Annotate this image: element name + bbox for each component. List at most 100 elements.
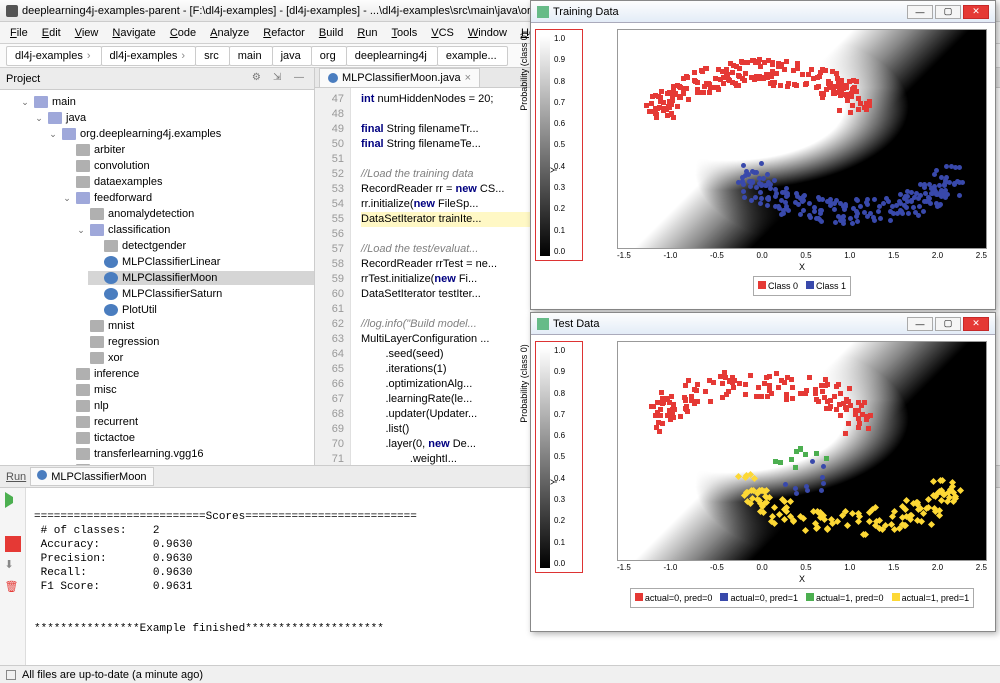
chart-window-training[interactable]: Training Data — ▢ ✕ 1.00.90.80.70.60.50.…	[530, 0, 996, 310]
project-hide-icon[interactable]: —	[294, 72, 308, 86]
maximize-button[interactable]: ▢	[935, 317, 961, 331]
maximize-button[interactable]: ▢	[935, 5, 961, 19]
class-icon	[104, 304, 118, 316]
menu-file[interactable]: File	[4, 25, 34, 41]
tree-node-arbiter[interactable]: arbiter	[60, 143, 314, 157]
tree-node-mlpclassifiersaturn[interactable]: MLPClassifierSaturn	[88, 287, 314, 301]
data-point	[742, 195, 747, 200]
status-indicator-icon[interactable]	[6, 670, 16, 680]
run-config-tab[interactable]: MLPClassifierMoon	[30, 467, 153, 486]
tree-node-convolution[interactable]: convolution	[60, 159, 314, 173]
tree-node-java[interactable]: ⌄java	[32, 111, 314, 125]
menu-vcs[interactable]: VCS	[425, 25, 460, 41]
tree-node-detectgender[interactable]: detectgender	[88, 239, 314, 253]
menu-run[interactable]: Run	[351, 25, 383, 41]
data-point	[774, 371, 779, 376]
menu-edit[interactable]: Edit	[36, 25, 67, 41]
tree-node-dataexamples[interactable]: dataexamples	[60, 175, 314, 189]
run-label[interactable]: Run	[6, 471, 26, 483]
tree-node-feedforward[interactable]: ⌄feedforward	[60, 191, 314, 205]
tree-root[interactable]: ⌄main	[18, 95, 314, 109]
data-point	[836, 382, 841, 387]
x-axis-label: X	[617, 574, 987, 584]
menu-build[interactable]: Build	[313, 25, 349, 41]
menu-navigate[interactable]: Navigate	[106, 25, 161, 41]
stop-icon[interactable]	[5, 536, 21, 552]
data-point	[807, 201, 812, 206]
data-point	[695, 90, 700, 95]
tree-node-tictactoe[interactable]: tictactoe	[60, 431, 314, 445]
data-point	[845, 98, 850, 103]
data-point	[771, 504, 778, 511]
data-point	[800, 515, 807, 522]
tree-node-org-deeplearning4j-examples[interactable]: ⌄org.deeplearning4j.examples	[46, 127, 314, 141]
tree-node-unsupervised[interactable]: unsupervised	[60, 463, 314, 465]
rerun-icon[interactable]	[5, 492, 21, 508]
menu-refactor[interactable]: Refactor	[257, 25, 311, 41]
minimize-button[interactable]: —	[907, 5, 933, 19]
data-point	[778, 460, 783, 465]
chart-title-bar[interactable]: Test Data — ▢ ✕	[531, 313, 995, 335]
minimize-button[interactable]: —	[907, 317, 933, 331]
tree-node-transferlearning-vgg16[interactable]: transferlearning.vgg16	[60, 447, 314, 461]
data-point	[661, 100, 666, 105]
trash-icon[interactable]: 🗑	[5, 580, 21, 596]
tree-node-mlpclassifierlinear[interactable]: MLPClassifierLinear	[88, 255, 314, 269]
data-point	[794, 491, 799, 496]
data-point	[694, 388, 699, 393]
data-point	[865, 202, 870, 207]
breadcrumb-item[interactable]: deeplearning4j	[346, 46, 438, 66]
data-point	[838, 93, 843, 98]
tree-node-anomalydetection[interactable]: anomalydetection	[74, 207, 314, 221]
tree-node-misc[interactable]: misc	[60, 383, 314, 397]
data-point	[783, 200, 788, 205]
close-button[interactable]: ✕	[963, 5, 989, 19]
breadcrumb-item[interactable]: src	[195, 46, 230, 66]
data-point	[748, 179, 753, 184]
tree-node-xor[interactable]: xor	[74, 351, 314, 365]
data-point	[766, 195, 771, 200]
menu-analyze[interactable]: Analyze	[204, 25, 255, 41]
menu-tools[interactable]: Tools	[386, 25, 424, 41]
project-collapse-icon[interactable]: ⇲	[273, 72, 287, 86]
tree-node-inference[interactable]: inference	[60, 367, 314, 381]
tree-node-mnist[interactable]: mnist	[74, 319, 314, 333]
tree-node-regression[interactable]: regression	[74, 335, 314, 349]
chart-title-bar[interactable]: Training Data — ▢ ✕	[531, 1, 995, 23]
breadcrumb-item[interactable]: org	[311, 46, 347, 66]
breadcrumb-item[interactable]: main	[229, 46, 273, 66]
menu-window[interactable]: Window	[462, 25, 513, 41]
chart-window-test[interactable]: Test Data — ▢ ✕ 1.00.90.80.70.60.50.40.3…	[530, 312, 996, 632]
data-point	[657, 105, 662, 110]
menu-code[interactable]: Code	[164, 25, 202, 41]
data-point	[913, 210, 918, 215]
menu-view[interactable]: View	[69, 25, 105, 41]
data-point	[843, 405, 848, 410]
breadcrumb-item[interactable]: dl4j-examples	[6, 46, 102, 66]
project-tree[interactable]: ⌄main ⌄java ⌄org.deeplearning4j.examples ar…	[0, 90, 314, 465]
data-point	[815, 75, 820, 80]
data-point	[653, 413, 658, 418]
pause-icon[interactable]	[5, 514, 21, 530]
tree-node-recurrent[interactable]: recurrent	[60, 415, 314, 429]
breadcrumb-item[interactable]: example...	[437, 46, 508, 66]
tree-node-plotutil[interactable]: PlotUtil	[88, 303, 314, 317]
data-point	[818, 211, 823, 216]
data-point	[769, 74, 774, 79]
data-point	[834, 407, 839, 412]
data-point	[846, 399, 851, 404]
close-button[interactable]: ✕	[963, 317, 989, 331]
data-point	[675, 104, 680, 109]
dump-icon[interactable]: ⬇	[5, 558, 21, 574]
x-ticks: -1.5-1.0-0.50.00.51.01.52.02.5	[617, 561, 987, 574]
tree-node-nlp[interactable]: nlp	[60, 399, 314, 413]
tree-node-mlpclassifiermoon[interactable]: MLPClassifierMoon	[88, 271, 314, 285]
editor-tab-active[interactable]: MLPClassifierMoon.java ×	[319, 68, 480, 87]
breadcrumb-item[interactable]: java	[272, 46, 312, 66]
project-settings-icon[interactable]: ⚙	[252, 72, 266, 86]
data-point	[731, 385, 736, 390]
breadcrumb-item[interactable]: dl4j-examples	[101, 46, 197, 66]
data-point	[820, 475, 825, 480]
close-tab-icon[interactable]: ×	[465, 72, 471, 84]
tree-node-classification[interactable]: ⌄classification	[74, 223, 314, 237]
